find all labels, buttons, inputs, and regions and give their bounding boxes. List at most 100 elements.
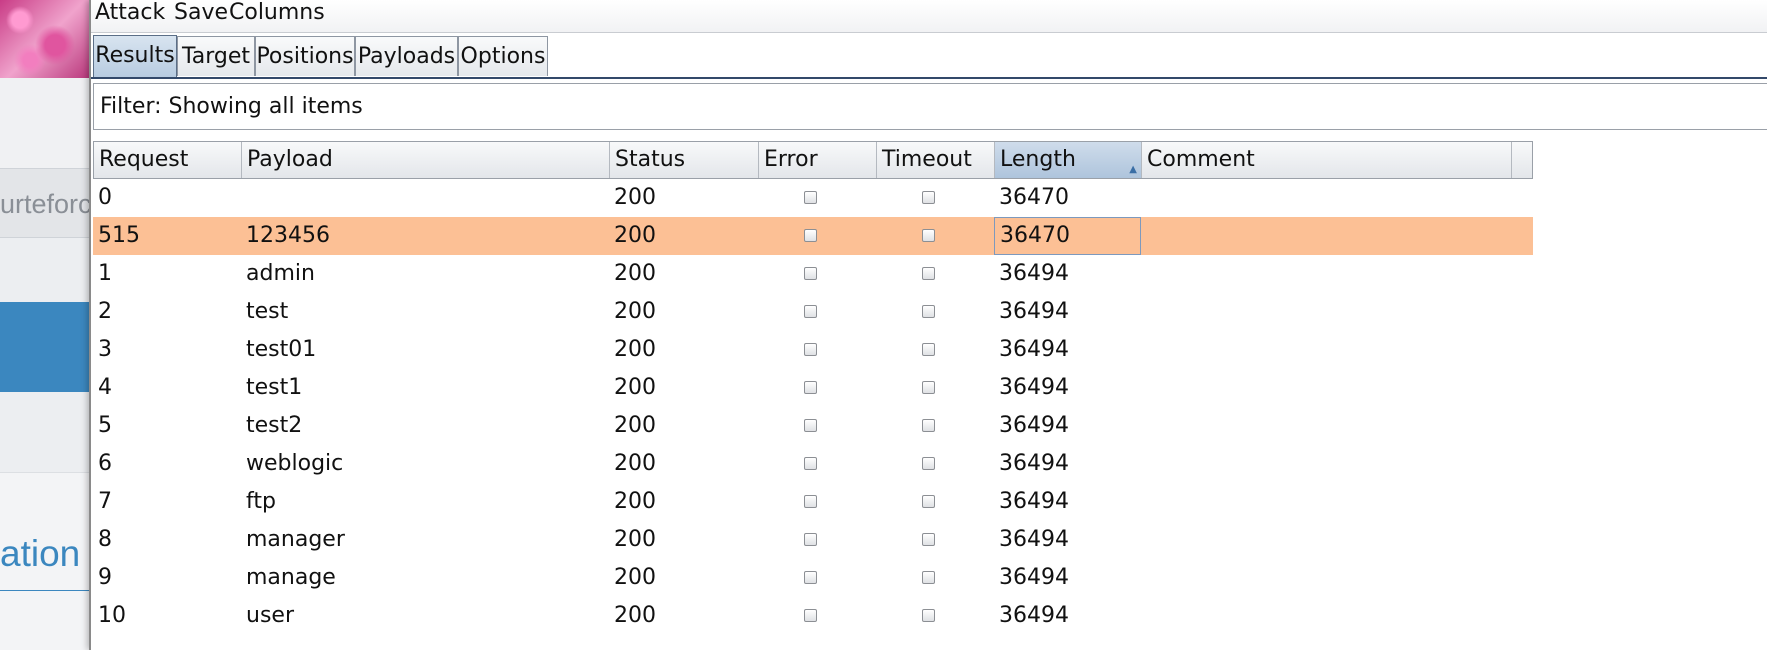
- cell-length: 36470: [999, 185, 1069, 210]
- cell-request: 9: [98, 565, 112, 590]
- timeout-checkbox[interactable]: [922, 609, 935, 622]
- cell-length: 36494: [999, 489, 1069, 514]
- tab-results[interactable]: Results: [93, 35, 177, 78]
- tab-positions[interactable]: Positions: [255, 36, 355, 76]
- menu-bar: Attack Save Columns: [91, 0, 1767, 33]
- cell-status: 200: [614, 185, 656, 210]
- cell-request: 515: [98, 223, 140, 248]
- cell-length: 36494: [999, 337, 1069, 362]
- cell-payload: admin: [246, 261, 315, 286]
- cell-timeout: [876, 445, 994, 483]
- table-row[interactable]: 6 weblogic 200 36494: [93, 445, 1533, 483]
- cell-payload: [241, 179, 609, 217]
- cell-error: [758, 331, 876, 369]
- table-row[interactable]: 3 test01 200 36494: [93, 331, 1533, 369]
- cell-length: 36470: [994, 217, 1141, 255]
- cell-timeout: [876, 521, 994, 559]
- cell-payload: test: [246, 299, 289, 324]
- cell-length: 36494: [999, 413, 1069, 438]
- table-row[interactable]: 515 123456 200 36470: [93, 217, 1533, 255]
- timeout-checkbox[interactable]: [922, 571, 935, 584]
- column-header-timeout[interactable]: Timeout: [877, 142, 995, 178]
- timeout-checkbox[interactable]: [922, 305, 935, 318]
- cell-length: 36494: [999, 603, 1069, 628]
- cell-error: [758, 597, 876, 635]
- filter-bar[interactable]: Filter: Showing all items: [93, 83, 1767, 130]
- error-checkbox[interactable]: [804, 495, 817, 508]
- error-checkbox[interactable]: [804, 381, 817, 394]
- cell-payload: test01: [246, 337, 317, 362]
- error-checkbox[interactable]: [804, 267, 817, 280]
- error-checkbox[interactable]: [804, 419, 817, 432]
- table-row[interactable]: 7 ftp 200 36494: [93, 483, 1533, 521]
- cell-timeout: [876, 293, 994, 331]
- timeout-checkbox[interactable]: [922, 533, 935, 546]
- error-checkbox[interactable]: [804, 343, 817, 356]
- column-header-status[interactable]: Status: [610, 142, 759, 178]
- column-header-request[interactable]: Request: [94, 142, 242, 178]
- error-checkbox[interactable]: [804, 191, 817, 204]
- menu-columns[interactable]: Columns: [225, 0, 329, 26]
- table-row[interactable]: 9 manage 200 36494: [93, 559, 1533, 597]
- cell-timeout: [876, 407, 994, 445]
- table-row[interactable]: 5 test2 200 36494: [93, 407, 1533, 445]
- background-app: urteforc ation: [0, 0, 92, 650]
- error-checkbox[interactable]: [804, 457, 817, 470]
- error-checkbox[interactable]: [804, 571, 817, 584]
- timeout-checkbox[interactable]: [922, 343, 935, 356]
- error-checkbox[interactable]: [804, 533, 817, 546]
- cell-request: 4: [98, 375, 112, 400]
- table-row[interactable]: 1 admin 200 36494: [93, 255, 1533, 293]
- column-header-comment[interactable]: Comment: [1142, 142, 1512, 178]
- column-header-error[interactable]: Error: [759, 142, 877, 178]
- table-row[interactable]: 8 manager 200 36494: [93, 521, 1533, 559]
- error-checkbox[interactable]: [804, 229, 817, 242]
- cell-payload: ftp: [246, 489, 276, 514]
- error-checkbox[interactable]: [804, 609, 817, 622]
- cell-status: 200: [614, 413, 656, 438]
- background-bottom-text: ation: [0, 533, 81, 574]
- column-header-length[interactable]: Length ▲: [995, 142, 1142, 178]
- table-row[interactable]: 4 test1 200 36494: [93, 369, 1533, 407]
- background-panel: [0, 78, 92, 168]
- cell-payload: manage: [246, 565, 336, 590]
- cell-status: 200: [614, 565, 656, 590]
- timeout-checkbox[interactable]: [922, 419, 935, 432]
- error-checkbox[interactable]: [804, 305, 817, 318]
- column-header-length-label: Length: [1000, 147, 1076, 172]
- table-row[interactable]: 2 test 200 36494: [93, 293, 1533, 331]
- tab-options[interactable]: Options: [458, 36, 548, 76]
- timeout-checkbox[interactable]: [922, 191, 935, 204]
- menu-save[interactable]: Save: [170, 0, 232, 26]
- cell-request: 5: [98, 413, 112, 438]
- table-row[interactable]: 10 user 200 36494: [93, 597, 1533, 635]
- cell-error: [758, 445, 876, 483]
- timeout-checkbox[interactable]: [922, 267, 935, 280]
- menu-attack[interactable]: Attack: [91, 0, 169, 26]
- background-row-text: urteforc: [0, 189, 92, 219]
- timeout-checkbox[interactable]: [922, 381, 935, 394]
- cell-comment: [1141, 407, 1511, 445]
- cell-payload: test1: [246, 375, 303, 400]
- cell-timeout: [876, 217, 994, 255]
- tab-target[interactable]: Target: [177, 36, 255, 76]
- cell-timeout: [876, 331, 994, 369]
- cell-error: [758, 217, 876, 255]
- cell-length: 36494: [999, 451, 1069, 476]
- cell-status: 200: [614, 527, 656, 552]
- cell-error: [758, 559, 876, 597]
- cell-length: 36494: [999, 527, 1069, 552]
- timeout-checkbox[interactable]: [922, 495, 935, 508]
- cell-request: 6: [98, 451, 112, 476]
- attack-window: Attack Save Columns Results Target Posit…: [89, 0, 1767, 650]
- cell-payload: test2: [246, 413, 303, 438]
- background-logo-image: [0, 0, 92, 78]
- cell-comment: [1141, 483, 1511, 521]
- cell-timeout: [876, 255, 994, 293]
- timeout-checkbox[interactable]: [922, 457, 935, 470]
- timeout-checkbox[interactable]: [922, 229, 935, 242]
- cell-payload: user: [246, 603, 294, 628]
- column-header-payload[interactable]: Payload: [242, 142, 610, 178]
- table-row[interactable]: 0 200 36470: [93, 179, 1533, 217]
- tab-payloads[interactable]: Payloads: [355, 36, 458, 76]
